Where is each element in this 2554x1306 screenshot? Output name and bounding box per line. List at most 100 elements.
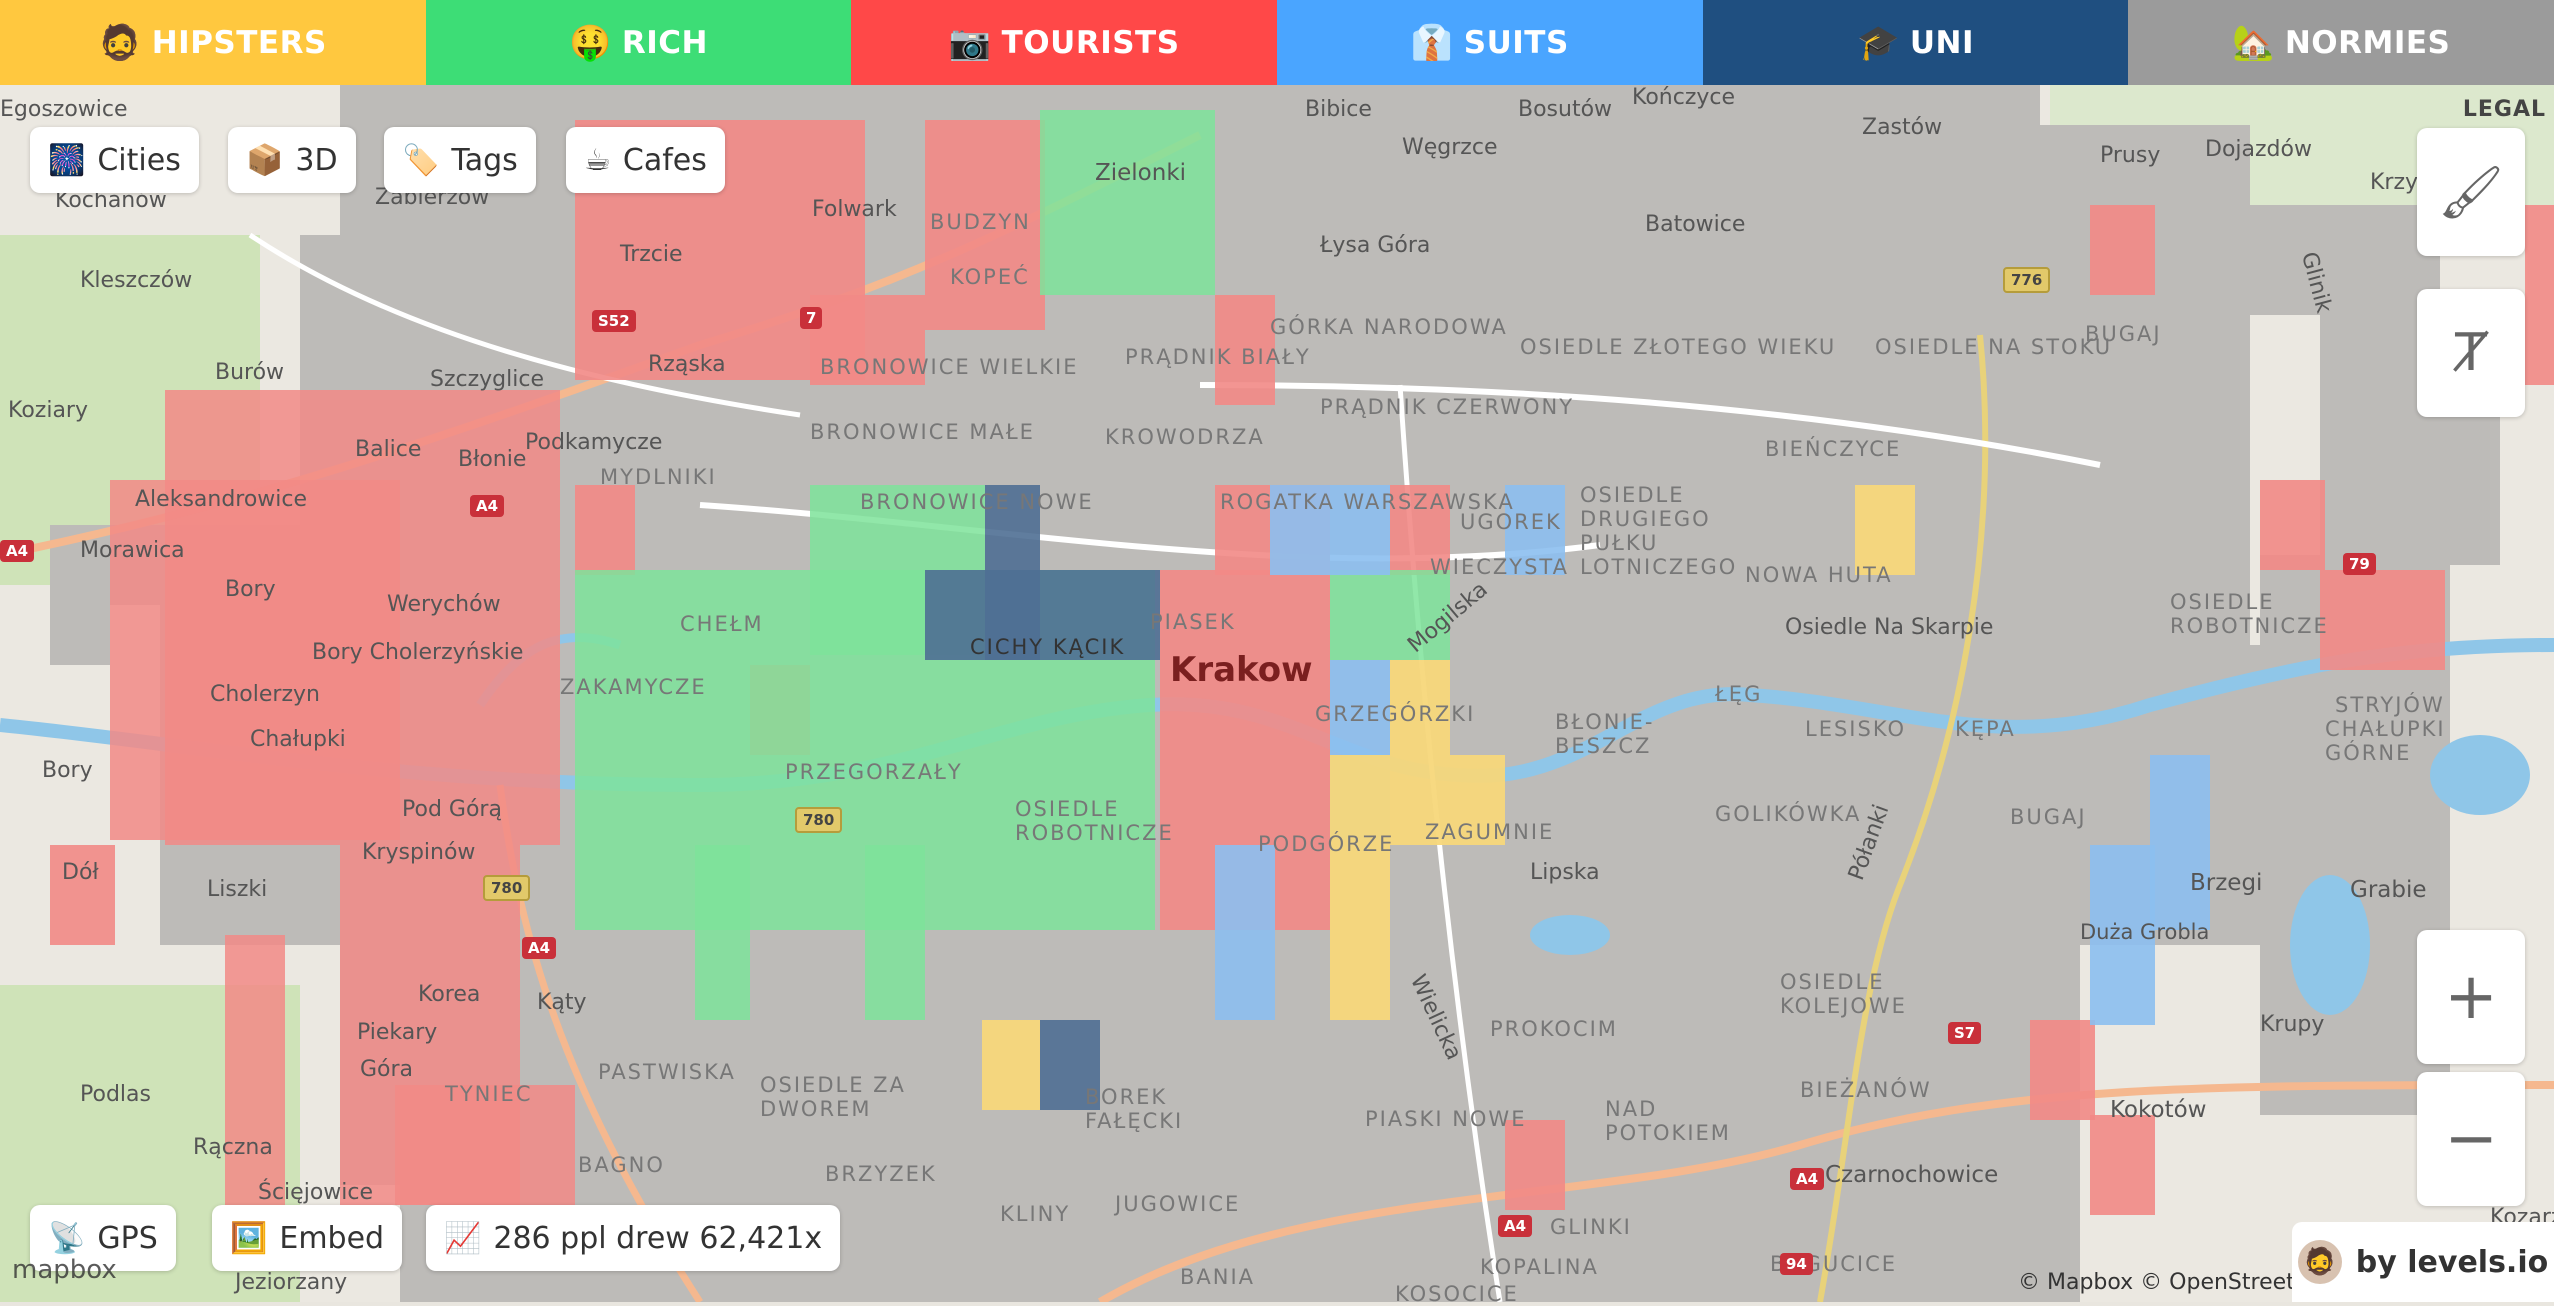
button-label: 3D	[295, 142, 338, 178]
embed-button[interactable]: 🖼️ Embed	[212, 1205, 403, 1271]
cafes-button[interactable]: ☕ Cafes	[566, 127, 725, 193]
place-label: Piekary	[357, 1020, 438, 1045]
category-bar: 🧔 HIPSTERS 🤑 RICH 📷 TOURISTS 👔 SUITS 🎓 U…	[0, 0, 2554, 85]
suit-icon: 👔	[1410, 22, 1454, 63]
district-label: Osiedle Złotego Wieku	[1520, 335, 1837, 359]
credit-link[interactable]: 🧔 by levels.io	[2292, 1222, 2554, 1302]
road-shield: S7	[1948, 1022, 1982, 1044]
category-rich[interactable]: 🤑 RICH	[425, 0, 852, 85]
district-label: Osiedle Na Stoku	[1875, 335, 2113, 359]
zoom-out-button[interactable]: −	[2417, 1072, 2525, 1206]
road-shield: 94	[1780, 1253, 1813, 1275]
road-shield: S52	[592, 310, 636, 332]
money-face-icon: 🤑	[569, 22, 612, 63]
district-label: Stryjów	[2335, 693, 2445, 717]
city-label: Krakow	[1170, 650, 1313, 690]
place-label: Kryspinów	[362, 840, 476, 865]
picture-icon: 🖼️	[230, 1220, 268, 1256]
place-label: Batowice	[1645, 212, 1746, 237]
tourists-tile	[2090, 1115, 2155, 1215]
cities-button[interactable]: 🎆 Cities	[30, 127, 199, 193]
suits-tile	[2150, 755, 2210, 930]
category-label: RICH	[621, 24, 708, 61]
place-label: Lipska	[1530, 860, 1600, 885]
district-label: Kliny	[1000, 1202, 1071, 1226]
place-label: Węgrzce	[1402, 135, 1498, 160]
tourists-tile	[225, 935, 285, 1205]
district-label: Osiedle za Dworem	[760, 1073, 906, 1121]
district-label: Piasek	[1150, 610, 1236, 634]
category-label: NORMIES	[2284, 24, 2451, 61]
stats-button[interactable]: 📈 286 ppl drew 62,421x	[426, 1205, 841, 1271]
category-uni[interactable]: 🎓 UNI	[1702, 0, 2129, 85]
district-label: Osiedle Kolejowe	[1780, 970, 1907, 1018]
tourists-tile	[2260, 480, 2325, 570]
legal-link[interactable]: LEGAL	[2463, 97, 2546, 122]
road-shield: 776	[2003, 267, 2051, 293]
place-label: Dojazdów	[2205, 137, 2312, 162]
place-label: Kleszczów	[80, 268, 193, 293]
district-label: Osiedle Robotnicze	[1015, 797, 1174, 845]
district-label: Tyniec	[445, 1082, 533, 1106]
district-label: Chałupki Górne	[2325, 717, 2446, 765]
district-label: Zagumnie	[1425, 820, 1555, 844]
hipsters-tile	[1855, 485, 1915, 575]
brush-button[interactable]: 🖌	[2417, 128, 2525, 256]
category-tourists[interactable]: 📷 TOURISTS	[851, 0, 1278, 85]
place-label: Morawica	[80, 538, 185, 563]
place-label: Czarnochowice	[1825, 1162, 1999, 1188]
district-label: Prokocim	[1490, 1017, 1618, 1041]
category-suits[interactable]: 👔 SUITS	[1277, 0, 1703, 85]
text-icon: Ⱦ	[2455, 323, 2487, 383]
hipsters-tile	[1330, 845, 1390, 1020]
road-shield: A4	[1498, 1215, 1533, 1237]
brush-icon: 🖌	[2437, 162, 2504, 223]
district-label: Bronowice Małe	[810, 420, 1035, 444]
rich-tile	[865, 845, 925, 1020]
chart-increasing-icon: 📈	[444, 1220, 482, 1256]
button-label: Cities	[97, 142, 181, 178]
road-shield: 79	[2343, 553, 2376, 575]
category-label: HIPSTERS	[151, 24, 327, 61]
zoom-in-button[interactable]: +	[2417, 930, 2525, 1064]
text-button[interactable]: Ⱦ	[2417, 289, 2525, 417]
road-shield: 7	[800, 307, 823, 329]
tourists-tile	[2525, 205, 2554, 385]
district-label: Kosocice	[1395, 1282, 1519, 1306]
button-label: Embed	[279, 1220, 385, 1256]
category-normies[interactable]: 🏡 NORMIES	[2128, 0, 2554, 85]
district-label: Przegorzały	[785, 760, 963, 784]
place-label: Bory	[225, 577, 276, 602]
place-label: Krupy	[2260, 1012, 2325, 1037]
tags-button[interactable]: 🏷️ Tags	[384, 127, 536, 193]
district-label: Bronowice Wielkie	[820, 355, 1079, 379]
place-label: Jeziorzany	[235, 1270, 348, 1295]
satellite-dish-icon: 📡	[48, 1220, 86, 1256]
map-canvas[interactable]: Krakow Zielonki Budzyn Kopeć Prądnik Bia…	[0, 85, 2554, 1306]
place-label: Duża Grobla	[2080, 920, 2210, 944]
place-label: Koziary	[8, 398, 88, 423]
place-label: Podkamycze	[525, 430, 663, 455]
district-label: Nowa Huta	[1745, 563, 1893, 587]
place-label: Bosutów	[1518, 97, 1613, 122]
district-label: Nad Potokiem	[1605, 1097, 1731, 1145]
road-shield: A4	[0, 540, 35, 562]
category-hipsters[interactable]: 🧔 HIPSTERS	[0, 0, 426, 85]
district-label: Łęg	[1715, 682, 1763, 706]
district-label: Bieżanów	[1800, 1078, 1932, 1102]
avatar: 🧔	[2297, 1240, 2342, 1284]
3d-button[interactable]: 📦 3D	[228, 127, 356, 193]
district-label: Prądnik Biały	[1125, 345, 1311, 369]
district-label: Podgórze	[1258, 832, 1395, 856]
district-label: Bagno	[578, 1153, 665, 1177]
place-label: Kończyce	[1632, 85, 1736, 110]
hipsters-tile	[982, 1020, 1040, 1110]
place-label: Cholerzyn	[210, 682, 320, 707]
district-label: Pastwiska	[598, 1060, 736, 1084]
mapbox-logo[interactable]: mapbox	[12, 1255, 117, 1285]
road-shield: A4	[470, 495, 505, 517]
district-label: Jugowice	[1115, 1192, 1241, 1216]
button-label: Cafes	[622, 142, 707, 178]
place-label: Werychów	[387, 592, 501, 617]
district-label: Osiedle Robotnicze	[2170, 590, 2329, 638]
